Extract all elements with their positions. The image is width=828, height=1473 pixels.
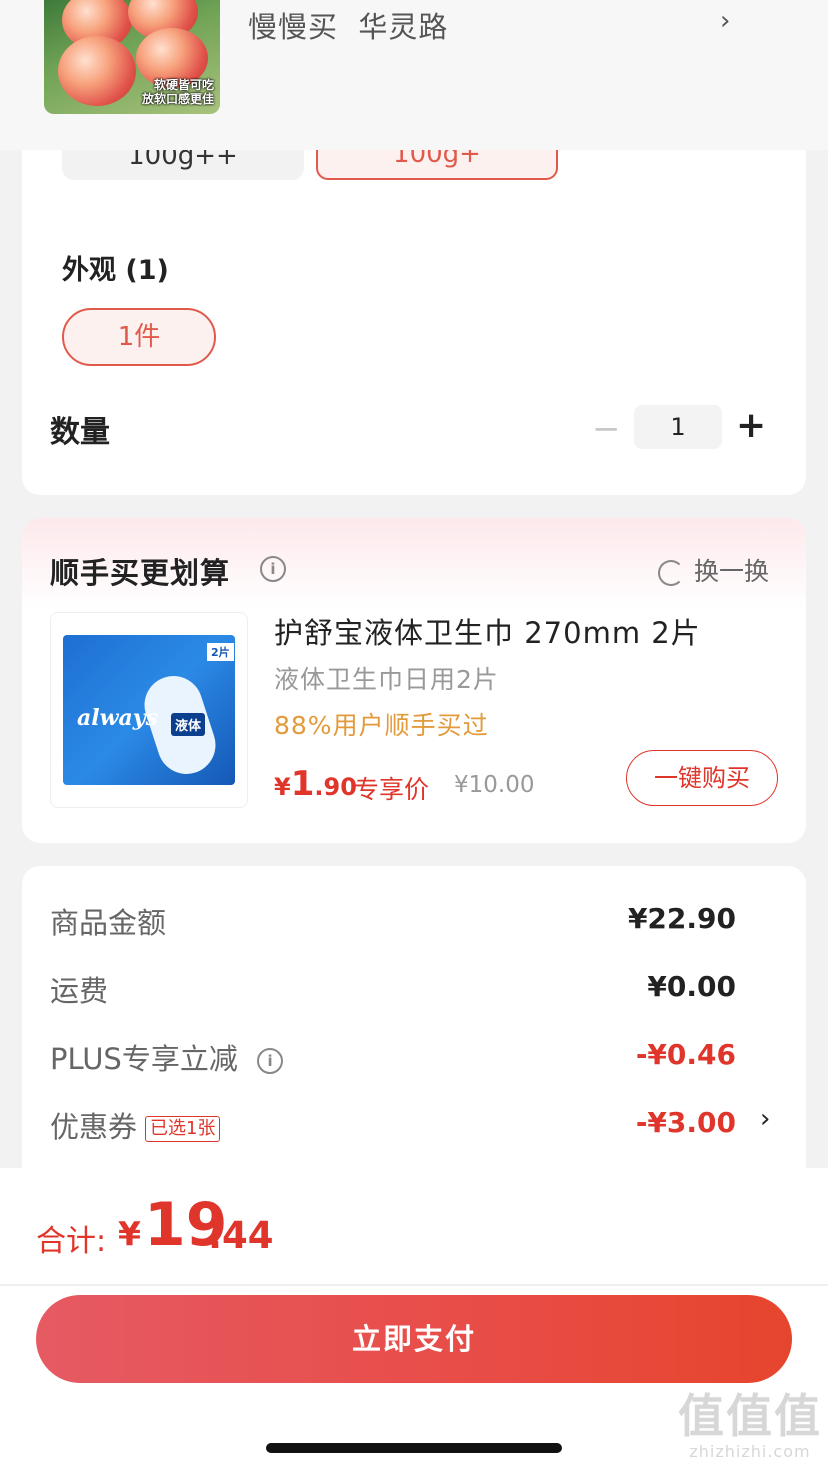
addon-title: 顺手买更划算 — [50, 556, 231, 590]
package-tag: 液体 — [171, 713, 206, 736]
store-title: 慢慢买 华灵路 — [248, 10, 449, 44]
swap-label: 换一换 — [694, 557, 770, 586]
coupon-label: 优惠券 — [50, 1110, 138, 1144]
exclusive-price-tag: 专享价 — [354, 775, 430, 804]
chevron-right-icon[interactable]: › — [760, 1104, 770, 1134]
appearance-label: 外观 (1) — [62, 255, 169, 286]
brand-logo: always — [77, 705, 158, 731]
thumbnail-caption: 软硬皆可吃 — [153, 78, 214, 92]
thumbnail-caption: 放软口感更佳 — [141, 92, 214, 106]
divider — [0, 1284, 828, 1286]
shipping-label: 运费 — [50, 974, 109, 1008]
addon-buyers-stat: 88%用户顺手买过 — [274, 711, 489, 740]
product-thumbnail: 软硬皆可吃 放软口感更佳 — [44, 0, 220, 114]
product-package: always 液体 2片 — [63, 635, 235, 785]
total-currency: ¥ — [118, 1214, 141, 1253]
addon-price: ¥1.90 — [274, 764, 357, 804]
watermark: 值值值 zhizhizhi.com — [678, 1389, 822, 1461]
chevron-right-icon[interactable]: › — [720, 6, 730, 36]
info-icon[interactable]: i — [260, 556, 286, 582]
checkout-footer: 合计: ¥ 19 .44 立即支付 值值值 zhizhizhi.com — [0, 1168, 828, 1473]
spec-card: 100g++ 100g+ 外观 (1) 1件 数量 − 1 + — [22, 120, 806, 495]
addon-product-name[interactable]: 护舒宝液体卫生巾 270mm 2片 — [274, 610, 701, 652]
quantity-label: 数量 — [50, 415, 110, 450]
appearance-option-selected[interactable]: 1件 — [62, 308, 216, 366]
pay-now-button[interactable]: 立即支付 — [36, 1295, 792, 1383]
coupon-badge: 已选1张 — [145, 1116, 221, 1142]
total-label: 合计: — [36, 1224, 107, 1259]
swap-button[interactable]: 换一换 — [658, 552, 769, 588]
goods-amount-label: 商品金额 — [50, 906, 167, 940]
addon-product-subtitle: 液体卫生巾日用2片 — [274, 665, 499, 694]
package-count: 2片 — [207, 643, 234, 661]
goods-amount-value: ¥22.90 — [627, 902, 736, 935]
addon-product-image[interactable]: always 液体 2片 — [50, 612, 248, 808]
one-click-buy-button[interactable]: 一键购买 — [626, 750, 778, 806]
store-header[interactable]: 软硬皆可吃 放软口感更佳 慢慢买 华灵路 › — [0, 0, 828, 150]
addon-card: 顺手买更划算 i 换一换 always 液体 2片 护舒宝液体卫生巾 270mm… — [22, 518, 806, 843]
refresh-icon — [658, 560, 684, 586]
plus-icon[interactable]: + — [736, 405, 766, 446]
minus-icon[interactable]: − — [592, 409, 621, 449]
plus-discount-value: -¥0.46 — [635, 1038, 736, 1071]
coupon-row[interactable]: 优惠券 已选1张 — [50, 1104, 221, 1146]
coupon-value: -¥3.00 — [635, 1106, 736, 1139]
info-icon[interactable]: i — [257, 1048, 284, 1074]
plus-discount-label: PLUS专享立减 i — [50, 1036, 284, 1078]
peach-image — [58, 36, 136, 106]
total-amount-decimal: .44 — [208, 1214, 274, 1257]
original-price: ¥10.00 — [454, 772, 535, 798]
order-summary-card: 商品金额 ¥22.90 运费 ¥0.00 PLUS专享立减 i -¥0.46 优… — [22, 866, 806, 1196]
shipping-value: ¥0.00 — [647, 970, 736, 1003]
home-indicator[interactable] — [266, 1443, 562, 1453]
quantity-input[interactable]: 1 — [634, 405, 722, 449]
